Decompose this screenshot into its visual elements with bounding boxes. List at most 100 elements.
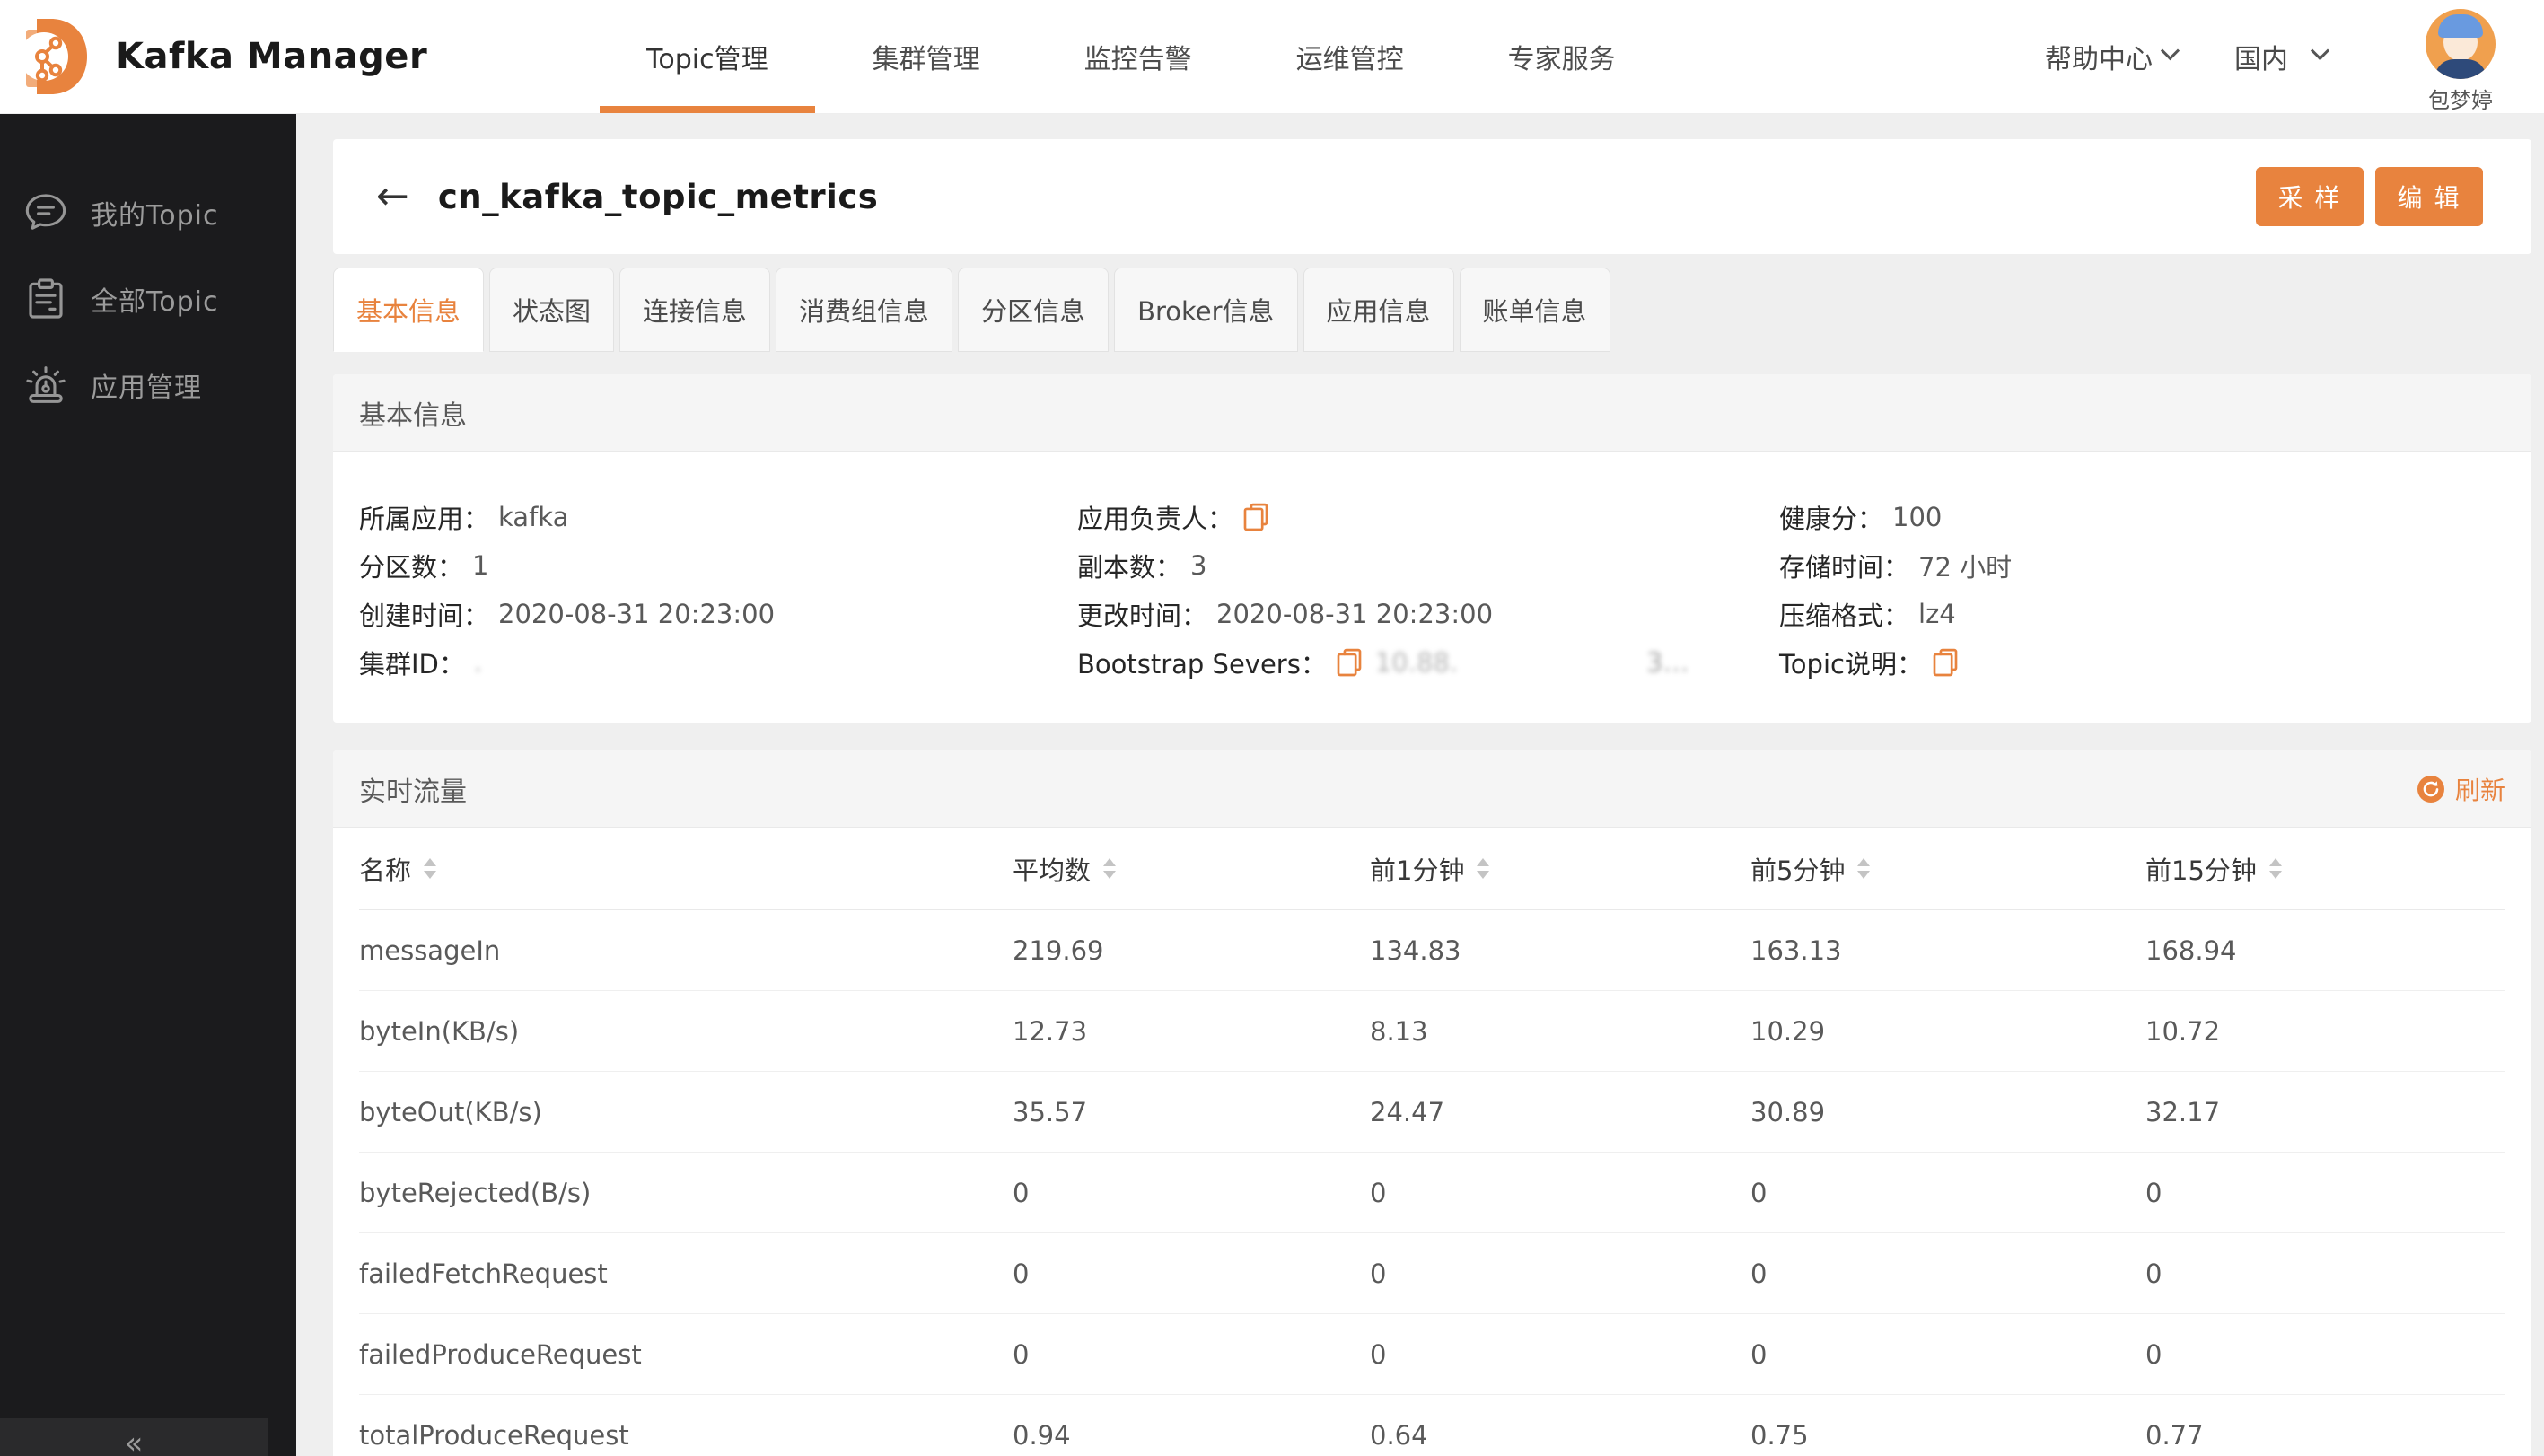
user-name: 包梦婷 [2428,87,2493,113]
table-row: totalProduceRequest 0.94 0.64 0.75 0.77 [359,1395,2505,1456]
avatar[interactable] [2426,8,2496,79]
sidebar-item[interactable]: 全部Topic [0,256,296,342]
table-row: failedFetchRequest 0 0 0 0 [359,1233,2505,1314]
field-label: Bootstrap Severs： [1077,649,1327,680]
info-field: 存储时间： 72 小时 [1779,541,2531,590]
tab[interactable]: 状态图 [489,268,615,352]
metric-name: byteIn(KB/s) [359,1015,520,1047]
topic-tabs: 基本信息 状态图 连接信息 消费组信息 分区信息 Broker信息 应用信息 账… [333,268,2531,352]
region-select[interactable]: 国内 [2234,37,2330,76]
tab-label: 基本信息 [356,296,461,327]
field-value-fragment: 3… [1646,647,1689,678]
field-value: kafka [498,502,569,532]
sort-carets-icon [1477,858,1490,879]
navbar-right: 帮助中心 国内 包梦婷 [2045,0,2496,113]
refresh-button[interactable]: 刷新 [2417,771,2505,807]
metric-avg: 35.57 [1013,1096,1088,1127]
table-row: failedProduceRequest 0 0 0 0 [359,1314,2505,1395]
sort-carets-icon [1103,858,1117,879]
metric-name: failedProduceRequest [359,1338,642,1370]
metric-avg: 0 [1013,1258,1030,1289]
metric-15min: 0 [2145,1177,2162,1208]
table-column-sorter[interactable]: 前5分钟 [1750,828,2145,909]
tab[interactable]: 消费组信息 [776,268,953,352]
field-label: Topic说明： [1779,649,1923,680]
info-field: 更改时间： 2020-08-31 20:23:00 [1077,590,1779,638]
basic-info-card: 基本信息 所属应用： kafka 应用负责人： 健康分： 100 分区数： 1 [333,374,2531,723]
main-content: ← cn_kafka_topic_metrics 采 样 编 辑 基本信息 状态… [296,114,2544,1456]
nav-item[interactable]: 监控告警 [1032,0,1244,113]
table-column-sorter[interactable]: 前15分钟 [2145,828,2505,909]
sidebar-item[interactable]: 我的Topic [0,170,296,256]
back-arrow-icon[interactable]: ← [376,177,409,216]
info-field: 健康分： 100 [1779,493,2531,541]
metric-1min: 134.83 [1370,934,1461,966]
tab[interactable]: 账单信息 [1459,268,1610,352]
table-column-sorter[interactable]: 名称 [359,828,1013,909]
tab-label: 账单信息 [1482,296,1587,327]
table-body: messageIn 219.69 134.83 163.13 168.94 by… [359,910,2505,1456]
realtime-metrics-table: 名称 平均数 前1分钟 前5分钟 前15分钟 messageIn 219.69 … [333,828,2531,1456]
sidebar-collapse-button[interactable]: « [0,1418,268,1456]
tab-label: 应用信息 [1326,296,1431,327]
tab[interactable]: 基本信息 [333,268,485,352]
metric-name: totalProduceRequest [359,1419,629,1451]
info-field: 应用负责人： [1077,493,1779,541]
tab[interactable]: 连接信息 [619,268,771,352]
chat-bubble-icon [24,192,67,233]
sidebar-item-label: 我的Topic [91,200,219,232]
column-header-label: 名称 [359,855,412,886]
basic-info-title: 基本信息 [359,399,467,432]
nav-item[interactable]: 集群管理 [820,0,1032,113]
primary-nav: Topic管理 集群管理 监控告警 运维管控 专家服务 [594,0,1667,113]
table-column-sorter[interactable]: 前1分钟 [1370,828,1750,909]
field-label: 分区数： [359,552,464,583]
table-row: byteOut(KB/s) 35.57 24.47 30.89 32.17 [359,1072,2505,1153]
metric-15min: 32.17 [2145,1096,2221,1127]
basic-info-card-header: 基本信息 [333,374,2531,452]
tab[interactable]: Broker信息 [1114,268,1298,352]
copy-icon[interactable] [1336,648,1363,677]
app-window: Kafka Manager Topic管理 集群管理 监控告警 运维管控 专家服… [0,0,2544,1456]
metric-15min: 0 [2145,1338,2162,1370]
metric-avg: 219.69 [1013,934,1104,966]
sample-button[interactable]: 采 样 [2256,167,2364,226]
field-value: 72 小时 [1918,552,2013,583]
nav-item[interactable]: Topic管理 [594,0,820,113]
sidebar-item[interactable]: 应用管理 [0,342,296,428]
nav-item[interactable]: 运维管控 [1244,0,1456,113]
top-navbar: Kafka Manager Topic管理 集群管理 监控告警 运维管控 专家服… [0,0,2544,114]
brand-title: Kafka Manager [116,36,428,77]
nav-item[interactable]: 专家服务 [1456,0,1668,113]
field-value: 2020-08-31 20:23:00 [1216,599,1494,629]
chevron-down-icon [2310,40,2330,60]
metric-1min: 8.13 [1370,1015,1428,1047]
field-value: 100 [1892,502,1943,532]
nav-item-label: 监控告警 [1083,44,1192,75]
field-label: 集群ID： [359,649,465,680]
info-field: 集群ID： . [359,638,1077,687]
alarm-siren-icon [24,364,67,406]
metric-1min: 0 [1370,1258,1387,1289]
sidebar-item-label: 应用管理 [91,373,202,404]
tab[interactable]: 应用信息 [1303,268,1454,352]
field-value: . [473,647,483,678]
metric-5min: 163.13 [1750,934,1842,966]
help-center-menu[interactable]: 帮助中心 [2045,37,2180,76]
info-field: 分区数： 1 [359,541,1077,590]
table-row: byteIn(KB/s) 12.73 8.13 10.29 10.72 [359,991,2505,1072]
field-label: 所属应用： [359,504,490,534]
edit-button[interactable]: 编 辑 [2375,167,2483,226]
sort-carets-icon [424,858,437,879]
user-menu[interactable]: 包梦婷 [2426,8,2496,114]
info-field: Topic说明： [1779,638,2531,687]
tab[interactable]: 分区信息 [958,268,1110,352]
refresh-icon [2417,775,2444,803]
copy-icon[interactable] [1932,648,1959,677]
copy-icon[interactable] [1242,503,1269,531]
table-column-sorter[interactable]: 平均数 [1013,828,1370,909]
field-value: 10.88. [1374,647,1459,678]
field-label: 健康分： [1779,504,1884,534]
metric-5min: 0 [1750,1338,1768,1370]
info-field: 创建时间： 2020-08-31 20:23:00 [359,590,1077,638]
